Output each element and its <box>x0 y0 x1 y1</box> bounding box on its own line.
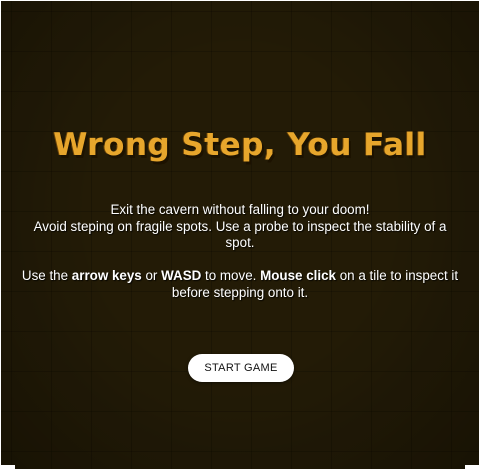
controls-mouse-click: Mouse click <box>260 268 337 283</box>
game-screen: Wrong Step, You Fall Exit the cavern wit… <box>1 1 479 469</box>
game-title: Wrong Step, You Fall <box>53 127 427 163</box>
corner-marker-right <box>465 465 479 469</box>
instruction-spacer <box>21 252 459 269</box>
instruction-controls: Use the arrow keys or WASD to move. Mous… <box>21 268 459 301</box>
instruction-probe: Avoid steping on fragile spots. Use a pr… <box>33 218 447 251</box>
controls-arrow-keys: arrow keys <box>71 268 142 283</box>
start-game-button[interactable]: START GAME <box>188 354 294 382</box>
controls-text-3: to move. <box>201 268 261 283</box>
corner-marker-left <box>1 465 15 469</box>
instruction-goal: Exit the cavern without falling to your … <box>110 202 370 217</box>
controls-text-2: or <box>141 268 162 283</box>
controls-wasd: WASD <box>161 268 202 283</box>
controls-text-1: Use the <box>21 268 72 283</box>
instructions: Exit the cavern without falling to your … <box>21 202 459 301</box>
